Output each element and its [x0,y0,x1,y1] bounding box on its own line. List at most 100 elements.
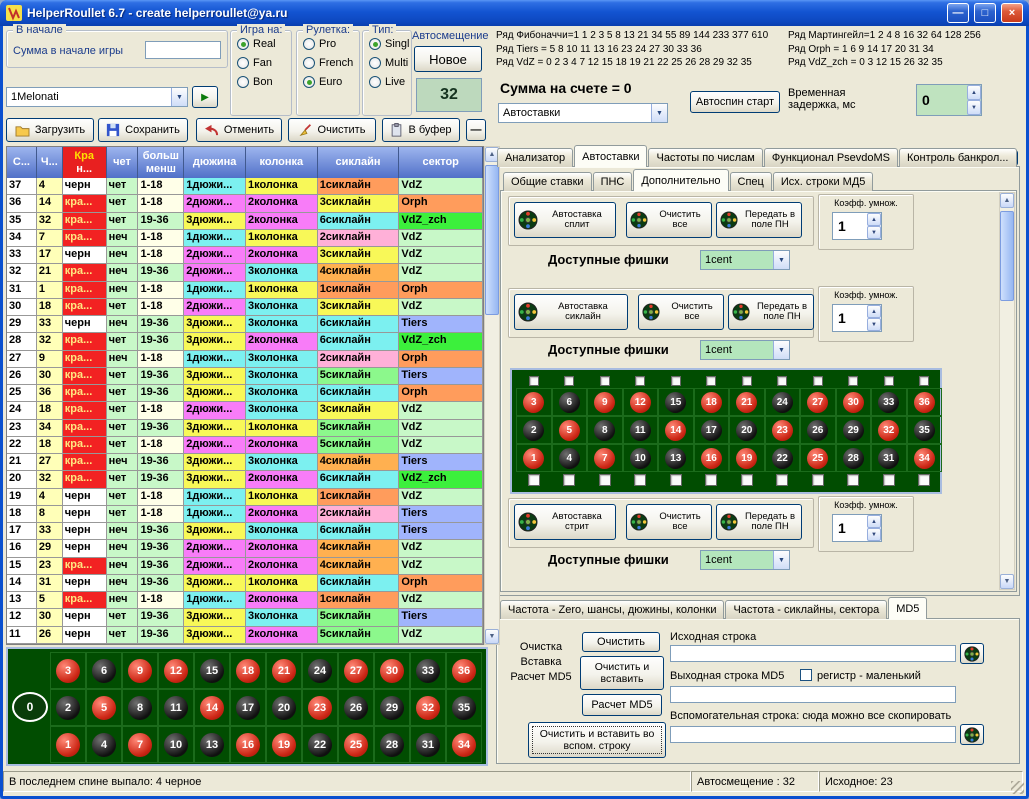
radio-option-french[interactable]: French [303,57,359,69]
clear-all-button-0[interactable]: Очистить все [626,202,712,238]
radio-option-euro[interactable]: Euro [303,76,359,88]
clear-all-button-2[interactable]: Очистить все [626,504,712,540]
sub-tab-4[interactable]: Исх. строки МД5 [773,172,874,191]
transfer-button-1[interactable]: Передать в поле ПН [728,294,814,330]
to-buffer-button[interactable]: В буфер [382,118,460,142]
board-number-34[interactable]: 34 [907,444,943,472]
board-number-15[interactable]: 15 [194,652,230,689]
board-checkbox[interactable] [706,376,716,386]
board-checkbox[interactable] [635,376,645,386]
board-checkbox[interactable] [884,376,894,386]
play-button[interactable]: ▶ [192,86,218,108]
board-number-6[interactable]: 6 [86,652,122,689]
board-number-9[interactable]: 9 [122,652,158,689]
board-number-26[interactable]: 26 [338,689,374,726]
board-number-26[interactable]: 26 [800,416,836,444]
board-number-33[interactable]: 33 [871,388,907,416]
board-number-21[interactable]: 21 [266,652,302,689]
spinner-down-icon[interactable]: ▼ [867,226,881,239]
board-number-25[interactable]: 25 [338,726,374,763]
chips-combo-2[interactable]: 1cent▼ [700,550,790,570]
sub-tab-3[interactable]: Спец [730,172,772,191]
resize-grip[interactable] [1011,781,1024,794]
board-number-1[interactable]: 1 [50,726,86,763]
board-number-5[interactable]: 5 [86,689,122,726]
board-checkbox[interactable] [847,474,859,486]
autobets-combo[interactable]: Автоставки▼ [498,103,668,123]
combo-arrow-icon[interactable]: ▼ [171,88,187,106]
board-number-4[interactable]: 4 [86,726,122,763]
board-number-25[interactable]: 25 [800,444,836,472]
spinner-up-icon[interactable]: ▲ [867,305,881,318]
board-checkbox[interactable] [883,474,895,486]
board-number-27[interactable]: 27 [800,388,836,416]
board-number-22[interactable]: 22 [765,444,801,472]
board-number-8[interactable]: 8 [122,689,158,726]
board-checkbox[interactable] [599,474,611,486]
board-number-11[interactable]: 11 [158,689,194,726]
board-number-36[interactable]: 36 [907,388,943,416]
scroll-down-icon[interactable]: ▼ [1000,574,1014,589]
board-number-31[interactable]: 31 [871,444,907,472]
board-number-12[interactable]: 12 [623,388,659,416]
board-checkbox[interactable] [812,474,824,486]
coeff-spinner-2[interactable]: 1▲▼ [832,514,882,542]
scrollbar-thumb[interactable] [1000,211,1014,301]
board-number-7[interactable]: 7 [122,726,158,763]
spinner-down-icon[interactable]: ▼ [967,100,981,115]
new-offset-button[interactable]: Новое [414,46,482,72]
radio-option-multi[interactable]: Multi [369,57,411,69]
board-number-3[interactable]: 3 [516,388,552,416]
scroll-down-icon[interactable]: ▼ [485,629,499,644]
start-sum-input[interactable] [145,41,221,59]
board-number-21[interactable]: 21 [729,388,765,416]
autobet-bet-button-0[interactable]: Автоставка сплит [514,202,616,238]
board-number-15[interactable]: 15 [658,388,694,416]
board-number-13[interactable]: 13 [194,726,230,763]
board-number-34[interactable]: 34 [446,726,482,763]
radio-option-bon[interactable]: Bon [237,76,291,88]
board-number-4[interactable]: 4 [552,444,588,472]
main-tab-2[interactable]: Частоты по числам [648,148,762,167]
close-button[interactable]: × [1001,3,1023,23]
board-number-12[interactable]: 12 [158,652,194,689]
undo-button[interactable]: Отменить [196,118,282,142]
board-number-5[interactable]: 5 [552,416,588,444]
sub-tab-0[interactable]: Общие ставки [503,172,592,191]
combo-arrow-icon[interactable]: ▼ [773,551,789,569]
board-number-27[interactable]: 27 [338,652,374,689]
coeff-spinner-1[interactable]: 1▲▼ [832,304,882,332]
board-number-10[interactable]: 10 [158,726,194,763]
combo-arrow-icon[interactable]: ▼ [773,341,789,359]
board-checkbox[interactable] [848,376,858,386]
board-number-16[interactable]: 16 [694,444,730,472]
board-number-30[interactable]: 30 [374,652,410,689]
board-number-6[interactable]: 6 [552,388,588,416]
md5-aux-input[interactable] [670,726,956,743]
board-checkbox[interactable] [705,474,717,486]
board-checkbox[interactable] [528,474,540,486]
board-number-18[interactable]: 18 [694,388,730,416]
freq-tab-1[interactable]: Частота - сиклайны, сектора [725,600,887,619]
board-number-35[interactable]: 35 [907,416,943,444]
board-number-23[interactable]: 23 [765,416,801,444]
board-number-28[interactable]: 28 [374,726,410,763]
spinner-up-icon[interactable]: ▲ [867,213,881,226]
board-checkbox[interactable] [634,474,646,486]
combo-arrow-icon[interactable]: ▼ [773,251,789,269]
md5-clear-paste-button[interactable]: Очистить и вставить [580,656,664,690]
md5-aux-wheel-button[interactable] [960,724,984,745]
chips-combo-1[interactable]: 1cent▼ [700,340,790,360]
board-number-3[interactable]: 3 [50,652,86,689]
board-number-20[interactable]: 20 [729,416,765,444]
board-number-31[interactable]: 31 [410,726,446,763]
board-number-11[interactable]: 11 [623,416,659,444]
board-checkbox[interactable] [919,376,929,386]
board-number-2[interactable]: 2 [50,689,86,726]
spinner-down-icon[interactable]: ▼ [867,318,881,331]
spinner-up-icon[interactable]: ▲ [967,85,981,100]
board-number-19[interactable]: 19 [729,444,765,472]
board-checkbox[interactable] [600,376,610,386]
minimize-button[interactable]: — [947,3,969,23]
freq-tab-2[interactable]: MD5 [888,597,927,619]
